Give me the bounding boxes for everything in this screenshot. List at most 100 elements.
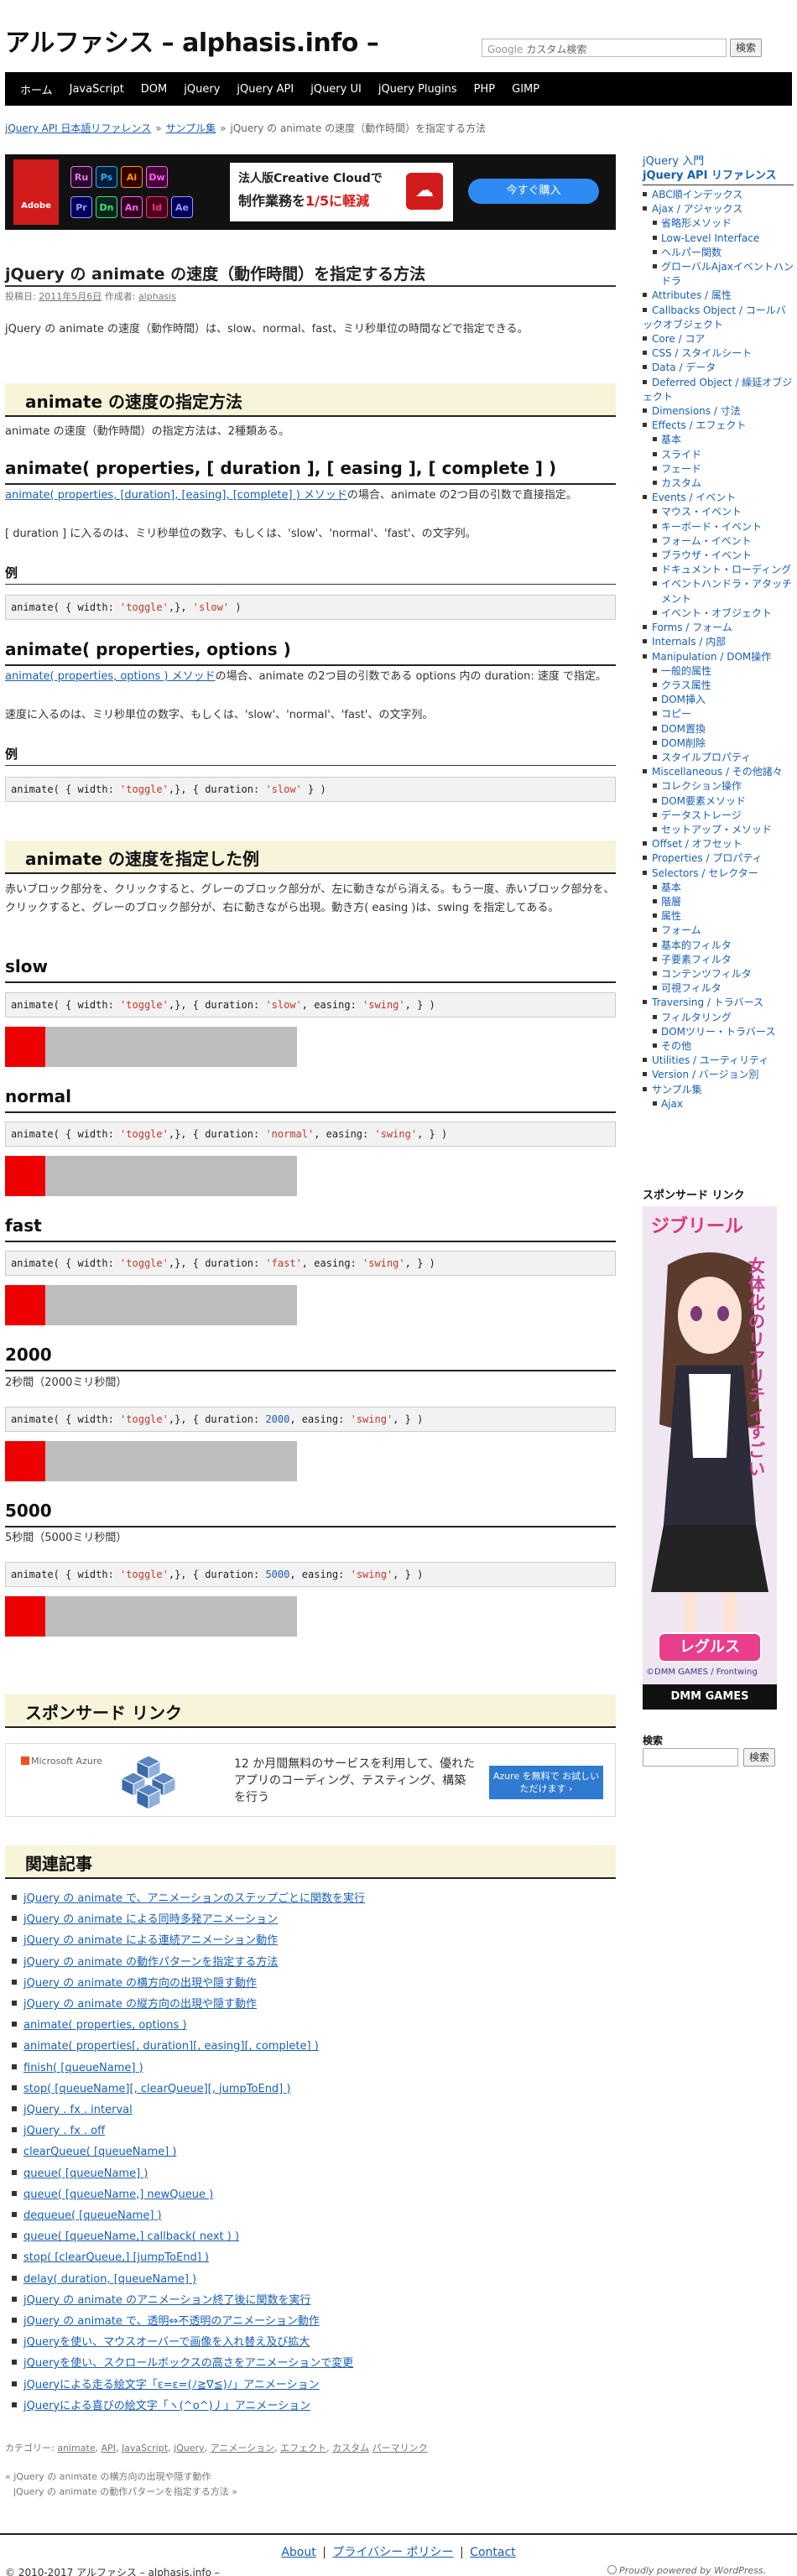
footer-privacy-link[interactable]: プライバシー ポリシー: [332, 2546, 453, 2559]
sidebar-subcategory[interactable]: フォーム: [643, 924, 794, 938]
sidebar-category[interactable]: ABC順インデックス: [643, 188, 794, 202]
post-date-link[interactable]: 2011年5月6日: [39, 291, 102, 302]
sidebar-category[interactable]: Events / イベント: [643, 491, 794, 505]
related-link[interactable]: stop( [queueName][, clearQueue][, jumpTo…: [23, 2083, 290, 2095]
sidebar-subcategory[interactable]: DOM挿入: [643, 693, 794, 707]
ad-cta-button[interactable]: レグルス: [658, 1632, 762, 1663]
sidebar-category[interactable]: Internals / 内部: [643, 635, 794, 649]
sidebar-subcategory[interactable]: スライド: [643, 448, 794, 462]
sidebar-category[interactable]: Dimensions / 寸法: [643, 404, 794, 419]
nav-php[interactable]: PHP: [466, 83, 503, 96]
related-link[interactable]: finish( [queueName] ): [23, 2062, 143, 2074]
demo-fast-trigger[interactable]: [5, 1285, 45, 1325]
sidebar-subcategory[interactable]: イベント・オブジェクト: [643, 606, 794, 621]
sidebar-subcategory[interactable]: DOMツリー・トラバース: [643, 1025, 794, 1039]
sidebar-subcategory[interactable]: 子要素フィルタ: [643, 953, 794, 967]
nav-gimp[interactable]: GIMP: [503, 83, 548, 96]
sidebar-category[interactable]: Miscellaneous / その他諸々: [643, 765, 794, 779]
related-link[interactable]: jQuery の animate による同時多発アニメーション: [23, 1913, 278, 1926]
sidebar-category[interactable]: Core / コア: [643, 332, 794, 346]
related-link[interactable]: queue( [queueName,] newQueue ): [23, 2188, 213, 2201]
related-link[interactable]: jQueryによる喜びの絵文字「ヽ(^o^)丿」アニメーション: [23, 2400, 310, 2412]
nav-jquery-plugins[interactable]: jQuery Plugins: [370, 83, 466, 96]
nav-jquery-ui[interactable]: jQuery UI: [302, 83, 370, 96]
related-link[interactable]: jQuery . fx . off: [23, 2125, 105, 2137]
category-link[interactable]: jQuery: [174, 2443, 205, 2454]
sidebar-subcategory[interactable]: DOM要素メソッド: [643, 794, 794, 809]
related-link[interactable]: jQueryを使い、スクロールボックスの高さをアニメーションで変更: [23, 2357, 353, 2370]
animate-method-link[interactable]: animate( properties, [duration], [easing…: [5, 489, 347, 502]
sidebar-subcategory[interactable]: 可視フィルタ: [643, 981, 794, 996]
footer-about-link[interactable]: About: [281, 2546, 315, 2559]
sidebar-subcategory[interactable]: コピー: [643, 707, 794, 721]
sidebar-category[interactable]: Manipulation / DOM操作: [643, 650, 794, 664]
related-link[interactable]: jQuery の animate のアニメーション終了後に関数を実行: [23, 2294, 311, 2307]
sidebar-subcategory[interactable]: ドキュメント・ローディング: [643, 563, 794, 577]
sidebar-category[interactable]: Data / データ: [643, 361, 794, 375]
related-link[interactable]: jQuery の animate による連続アニメーション動作: [23, 1934, 278, 1947]
related-link[interactable]: jQuery の animate の横方向の出現や隠す動作: [23, 1977, 257, 1990]
nav-home[interactable]: ホーム: [12, 81, 61, 97]
sidebar-subcategory[interactable]: データストレージ: [643, 809, 794, 823]
sidebar-search-button[interactable]: 検索: [743, 1748, 775, 1767]
related-link[interactable]: jQuery の animate で、透明⇔不透明のアニメーション動作: [23, 2315, 320, 2328]
related-link[interactable]: animate( properties[, duration][, easing…: [23, 2040, 319, 2053]
sidebar-category[interactable]: Effects / エフェクト: [643, 419, 794, 433]
related-link[interactable]: jQuery の animate の縦方向の出現や隠す動作: [23, 1998, 257, 2011]
related-link[interactable]: delay( duration, [queueName] ): [23, 2273, 196, 2286]
sidebar-category[interactable]: Offset / オフセット: [643, 837, 794, 851]
adobe-ad-banner[interactable]: Adobe Ru Ps Ai Dw Pr Dn An Id Ae 法人版Crea…: [5, 154, 616, 230]
category-link[interactable]: JavaScript: [122, 2443, 168, 2454]
sidebar-game-ad[interactable]: ジブリール 女体化のリアリティすごい レグルス ©DMM GAMES / Fro…: [643, 1206, 777, 1710]
sidebar-subcategory[interactable]: 階層: [643, 895, 794, 909]
sidebar-subcategory[interactable]: フィルタリング: [643, 1011, 794, 1025]
sidebar-jquery-intro[interactable]: jQuery 入門: [643, 154, 794, 169]
sidebar-subcategory[interactable]: DOM置換: [643, 722, 794, 736]
related-link[interactable]: queue( [queueName,] callback( next ) ): [23, 2230, 239, 2243]
sidebar-subcategory[interactable]: カスタム: [643, 476, 794, 491]
sidebar-category[interactable]: サンプル集: [643, 1083, 794, 1097]
demo-2000-trigger[interactable]: [5, 1441, 45, 1481]
sidebar-subcategory[interactable]: Ajax: [643, 1097, 794, 1111]
sidebar-subcategory[interactable]: ヘルパー関数: [643, 246, 794, 260]
sidebar-subcategory[interactable]: DOM削除: [643, 736, 794, 751]
sidebar-subcategory[interactable]: キーボード・イベント: [643, 520, 794, 534]
demo-slow-trigger[interactable]: [5, 1027, 45, 1067]
related-link[interactable]: stop( [clearQueue,] [jumpToEnd] ): [23, 2251, 209, 2264]
category-link[interactable]: カスタム: [332, 2443, 369, 2454]
prev-post-link[interactable]: « jQuery の animate の横方向の出現や隠す動作: [5, 2469, 237, 2485]
footer-contact-link[interactable]: Contact: [470, 2546, 515, 2559]
sidebar-subcategory[interactable]: 一般的属性: [643, 664, 794, 679]
sidebar-category[interactable]: Selectors / セレクター: [643, 866, 794, 881]
sidebar-subcategory[interactable]: マウス・イベント: [643, 505, 794, 519]
sidebar-subcategory[interactable]: イベントハンドラ・アタッチメント: [643, 577, 794, 606]
sidebar-subcategory[interactable]: コンテンツフィルタ: [643, 967, 794, 981]
animate-options-link[interactable]: animate( properties, options ) メソッド: [5, 670, 216, 683]
azure-try-button[interactable]: Azure を無料で お試しいただけます ›: [489, 1766, 603, 1799]
azure-ad[interactable]: Microsoft Azure 12 か月間無料のサービスを利用して、優れたアプ…: [5, 1743, 616, 1817]
sidebar-subcategory[interactable]: ブラウザ・イベント: [643, 549, 794, 563]
demo-5000-trigger[interactable]: [5, 1596, 45, 1637]
nav-jquery-api[interactable]: jQuery API: [228, 83, 302, 96]
category-link[interactable]: API: [102, 2443, 116, 2454]
sidebar-category[interactable]: Utilities / ユーティリティ: [643, 1054, 794, 1068]
author-link[interactable]: alphasis: [138, 291, 176, 302]
sidebar-api-reference[interactable]: jQuery API リファレンス: [643, 169, 794, 185]
sidebar-subcategory[interactable]: スタイルプロパティ: [643, 751, 794, 765]
sidebar-subcategory[interactable]: 属性: [643, 909, 794, 924]
related-link[interactable]: jQuery . fx . interval: [23, 2104, 133, 2116]
related-link[interactable]: dequeue( [queueName] ): [23, 2209, 162, 2222]
demo-normal-trigger[interactable]: [5, 1156, 45, 1196]
sidebar-subcategory[interactable]: 基本: [643, 881, 794, 895]
ad-buy-button[interactable]: 今すぐ購入: [468, 179, 599, 204]
sidebar-category[interactable]: Traversing / トラバース: [643, 996, 794, 1010]
wordpress-credit[interactable]: Proudly powered by WordPress.: [607, 2565, 766, 2576]
sidebar-category[interactable]: Forms / フォーム: [643, 621, 794, 635]
category-link[interactable]: エフェクト: [280, 2443, 326, 2454]
sidebar-category[interactable]: Ajax / アジャックス: [643, 202, 794, 216]
breadcrumb-api-ref[interactable]: jQuery API 日本語リファレンス: [5, 122, 151, 134]
sidebar-subcategory[interactable]: セットアップ・メソッド: [643, 823, 794, 837]
category-link[interactable]: animate: [57, 2443, 95, 2454]
related-link[interactable]: jQuery の animate で、アニメーションのステップごとに関数を実行: [23, 1892, 365, 1905]
related-link[interactable]: queue( [queueName] ): [23, 2167, 148, 2180]
